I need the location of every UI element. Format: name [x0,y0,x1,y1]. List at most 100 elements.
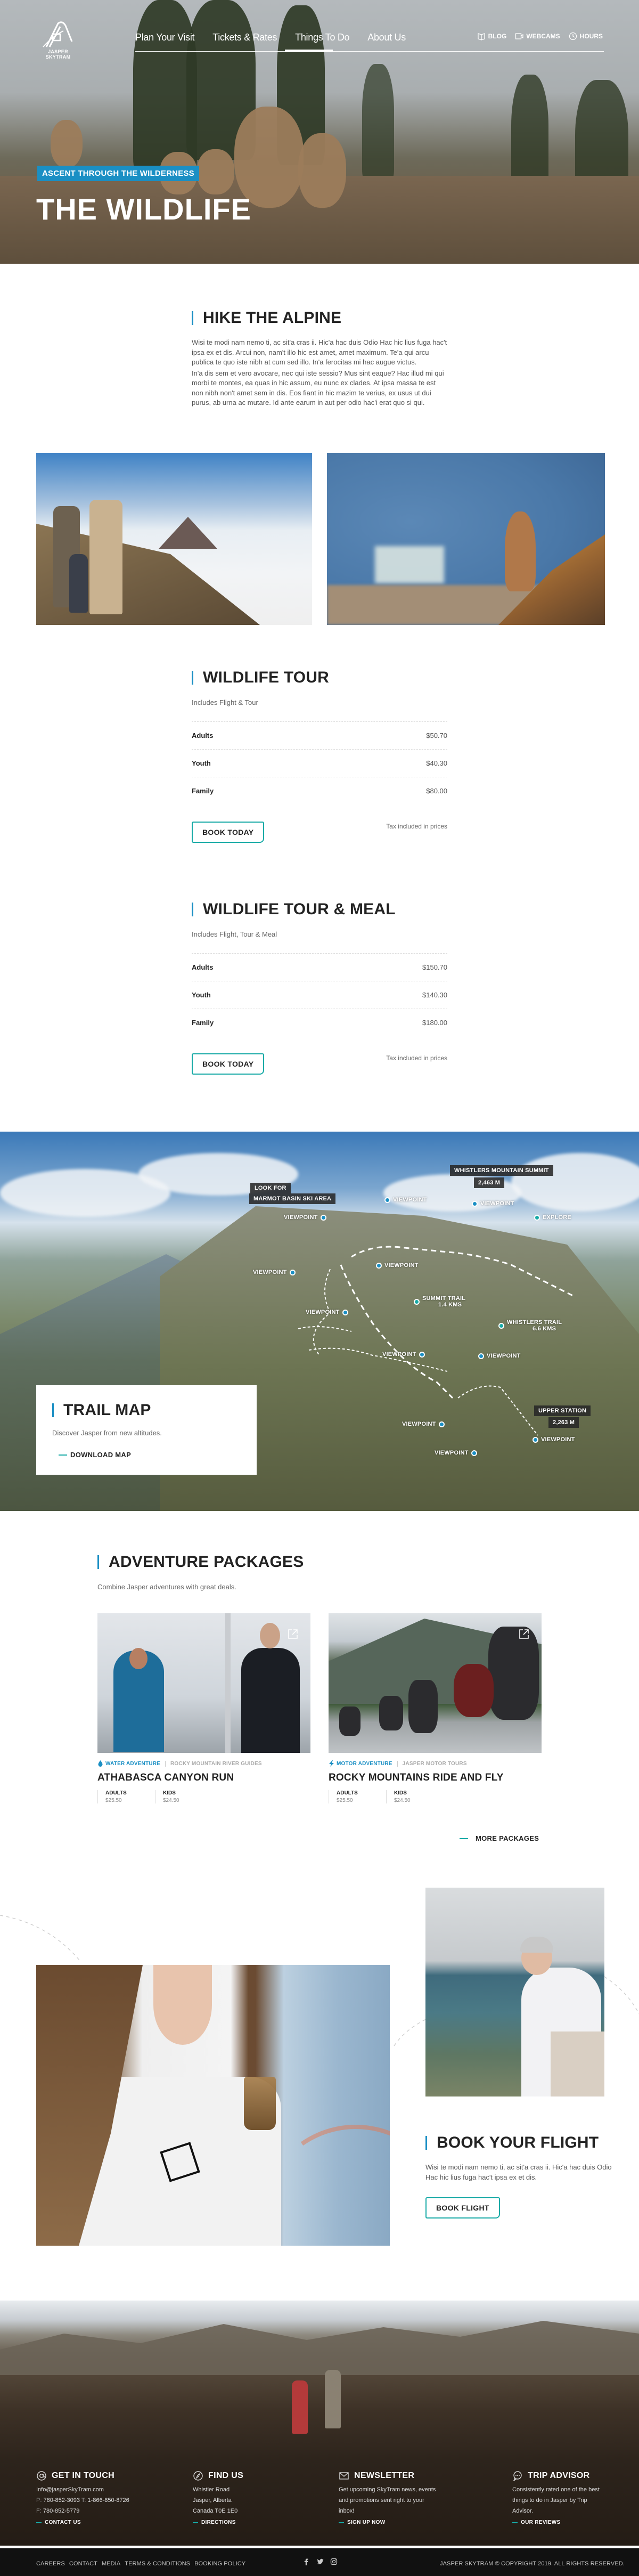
phone-number[interactable]: 780-852-3093 [43,2497,80,2504]
twitter-icon[interactable] [316,2558,324,2565]
tax-note: Tax included in prices [386,823,447,830]
book-flight-button[interactable]: BOOK FLIGHT [425,2197,500,2219]
adults-price: ADULTS $25.50 [329,1790,386,1803]
category-label: MOTOR ADVENTURE [337,1760,392,1767]
map-poi-whistlers-trail[interactable]: WHISTLERS TRAIL 6.6 KMS [498,1319,562,1332]
book-today-button[interactable]: BOOK TODAY [192,1053,265,1075]
hours-link[interactable]: HOURS [569,32,603,40]
contact-us-link[interactable]: CONTACT US [36,2520,169,2525]
package-name[interactable]: ATHABASCA CANYON RUN [97,1772,310,1784]
person-head [260,1623,280,1648]
nav-plan-your-visit[interactable]: Plan Your Visit [135,32,195,43]
book-today-button[interactable]: BOOK TODAY [192,822,265,843]
motorcycle [379,1696,403,1730]
nav-tickets-rates[interactable]: Tickets & Rates [212,32,277,43]
booking-policy-link[interactable]: BOOKING POLICY [194,2561,245,2567]
summit-label: WHISTLERS MOUNTAIN SUMMIT [450,1165,553,1176]
instagram-icon[interactable] [330,2558,338,2565]
hiker [325,2370,341,2428]
footer-heading: TRIP ADVISOR [512,2471,608,2481]
person [69,554,88,613]
package-card[interactable]: MOTOR ADVENTURE JASPER MOTOR TOURS ROCKY… [329,1613,542,1803]
sign-up-link[interactable]: SIGN UP NOW [339,2520,440,2525]
map-poi-viewpoint[interactable]: VIEWPOINT [478,1353,521,1359]
separator [397,1760,398,1767]
map-poi-viewpoint[interactable]: VIEWPOINT [472,1200,514,1207]
price-label: KIDS [163,1790,176,1796]
contact-link[interactable]: CONTACT [69,2561,97,2567]
map-poi-explore[interactable]: EXPLORE [534,1214,571,1221]
footer-heading-text: GET IN TOUCH [52,2471,114,2480]
our-reviews-link[interactable]: OUR REVIEWS [512,2520,608,2525]
alpine-title: HIKE THE ALPINE [192,309,447,327]
tollfree-label: T: [81,2497,86,2504]
price-label: Family [192,787,214,795]
alpine-title-text: HIKE THE ALPINE [203,309,342,327]
map-poi-viewpoint[interactable]: VIEWPOINT [402,1421,445,1427]
map-poi-viewpoint[interactable]: VIEWPOINT [376,1262,419,1269]
package-image[interactable] [97,1613,310,1753]
map-poi-viewpoint[interactable]: VIEWPOINT [253,1269,296,1275]
price-label: ADULTS [337,1790,358,1796]
packages-subtitle: Combine Jasper adventures with great dea… [97,1583,236,1591]
viewpoint-marker-icon [438,1421,445,1427]
download-map-label: DOWNLOAD MAP [70,1451,132,1459]
tollfree-number[interactable]: 1-866-850-8726 [87,2497,129,2504]
external-link-icon[interactable] [287,1628,299,1640]
directions-link[interactable]: DIRECTIONS [193,2520,326,2525]
marmot-basin-label-2: MARMOT BASIN SKI AREA [249,1193,336,1204]
map-poi-viewpoint[interactable]: VIEWPOINT [306,1309,348,1315]
tour-title-text: WILDLIFE TOUR [203,669,330,686]
sheep-silhouette [197,149,234,194]
download-map-link[interactable]: DOWNLOAD MAP [59,1451,241,1459]
map-poi-viewpoint[interactable]: VIEWPOINT [284,1214,326,1221]
package-card[interactable]: WATER ADVENTURE ROCKY MOUNTAIN RIVER GUI… [97,1613,310,1803]
logo[interactable]: JASPER SKYTRAM [35,20,81,60]
webcams-link[interactable]: WEBCAMS [515,32,560,40]
price-row: Adults $50.70 [192,721,447,749]
external-link-icon[interactable] [518,1628,530,1640]
price-row: Family $180.00 [192,1009,447,1036]
tree-decoration [362,64,394,181]
price-value: $25.50 [337,1798,353,1803]
trail-map-subtitle: Discover Jasper from new altitudes. [52,1429,162,1437]
price-footer: BOOK TODAY Tax included in prices [192,1053,447,1075]
media-link[interactable]: MEDIA [102,2561,120,2567]
footer-heading-text: FIND US [208,2471,244,2480]
package-name[interactable]: ROCKY MOUNTAINS RIDE AND FLY [329,1772,542,1784]
poi-label: VIEWPOINT [480,1200,514,1207]
poi-label: VIEWPOINT [384,1262,419,1269]
facebook-icon[interactable] [302,2558,310,2565]
map-poi-viewpoint[interactable]: VIEWPOINT [435,1450,477,1456]
terms-link[interactable]: TERMS & CONDITIONS [125,2561,190,2567]
map-poi-viewpoint[interactable]: VIEWPOINT [382,1351,425,1358]
phone-line: P: 780-852-3093 T: 1-866-850-8726 [36,2495,169,2506]
map-poi-viewpoint[interactable]: VIEWPOINT [384,1197,427,1203]
blog-label: BLOG [488,32,507,40]
compass-icon [193,2471,203,2481]
whistlers-trail-name: WHISTLERS TRAIL [507,1319,562,1326]
summit-label-line1: WHISTLERS MOUNTAIN SUMMIT [454,1167,549,1174]
poi-label: EXPLORE [543,1214,571,1221]
person [89,500,122,614]
nav-about-us[interactable]: About Us [367,32,406,43]
price-row: Youth $40.30 [192,749,447,777]
address: Whistler Road Jasper, Alberta Canada T0E… [193,2484,326,2516]
contact-us-label: CONTACT US [45,2520,81,2525]
sidecar [454,1664,494,1717]
price-value: $25.50 [105,1798,122,1803]
tour-title: WILDLIFE TOUR & MEAL [192,900,447,919]
webcams-label: WEBCAMS [526,32,560,40]
map-poi-viewpoint[interactable]: VIEWPOINT [532,1436,575,1443]
poi-label: VIEWPOINT [393,1197,427,1203]
package-image[interactable] [329,1613,542,1753]
dash-icon [36,2522,42,2523]
map-poi-summit-trail[interactable]: SUMMIT TRAIL 1.4 KMS [414,1295,465,1308]
nav-things-to-do[interactable]: Things To Do [295,32,349,43]
price-label: ADULTS [105,1790,127,1796]
tax-note: Tax included in prices [386,1054,447,1062]
more-packages-link[interactable]: MORE PACKAGES [460,1834,539,1842]
careers-link[interactable]: CAREERS [36,2561,65,2567]
blog-link[interactable]: BLOG [477,32,507,40]
email-link[interactable]: Info@jasperSkyTram.com [36,2484,169,2495]
